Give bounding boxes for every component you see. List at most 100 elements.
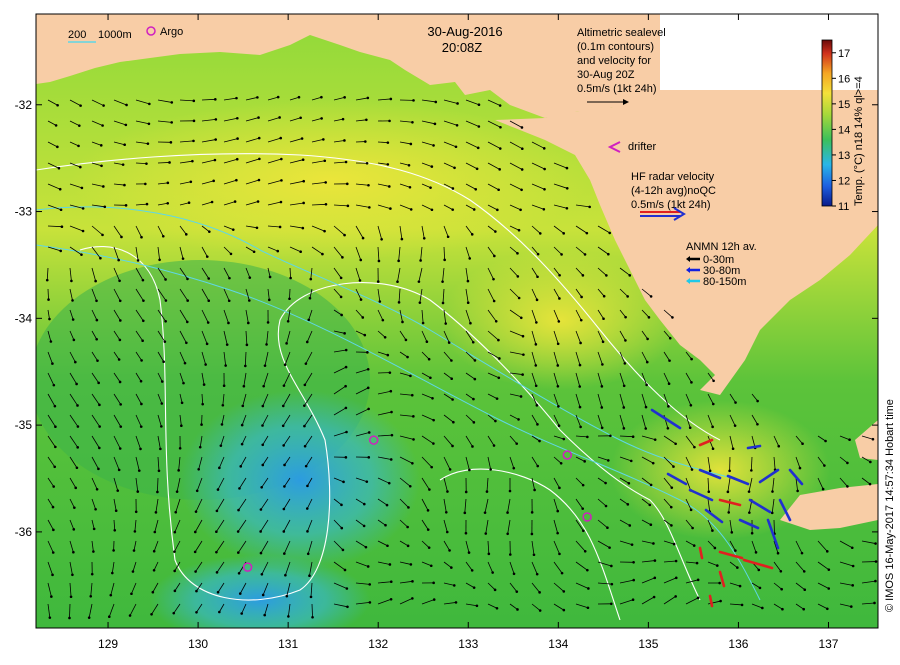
velocity-arrow-head [427,528,430,531]
velocity-arrow-head [586,436,589,439]
velocity-arrow-head [516,608,519,611]
velocity-arrow-head [158,258,161,261]
velocity-arrow-head [340,504,343,507]
velocity-arrow [48,289,49,300]
altimetry-line-1: Altimetric sealevel [577,27,666,39]
velocity-arrow-head [220,444,223,447]
colorbar-tick-label: 15 [838,99,850,111]
velocity-arrow-head [196,489,199,492]
velocity-arrow-head [46,279,49,282]
velocity-arrow-head [563,609,566,612]
velocity-arrow-head [153,550,156,553]
velocity-arrow-head [320,117,323,120]
velocity-arrow-head [497,339,500,342]
velocity-arrow-head [850,605,853,608]
velocity-arrow-head [218,611,221,614]
velocity-arrow-head [631,543,634,546]
velocity-arrow-head [465,491,468,494]
velocity-arrow-head [771,512,774,515]
velocity-arrow-head [345,349,348,352]
velocity-arrow-head [411,580,414,583]
velocity-arrow-head [195,590,198,593]
velocity-arrow-head [261,424,264,427]
velocity-arrow-head [473,586,476,589]
velocity-arrow-head [602,340,605,343]
velocity-arrow-head [390,411,393,414]
velocity-arrow-head [101,124,104,127]
lat-tick-label: -34 [15,311,33,325]
velocity-arrow-head [185,233,188,236]
velocity-arrow [158,162,170,163]
velocity-arrow-head [380,238,383,241]
velocity-arrow-head [323,159,326,162]
velocity-arrow-head [130,592,133,595]
lon-tick-label: 137 [818,637,838,651]
velocity-arrow-head [190,180,193,183]
velocity-arrow-head [584,253,587,256]
velocity-arrow-head [826,607,829,610]
velocity-arrow-head [522,353,525,356]
velocity-arrow-head [170,141,173,144]
lat-tick-label: -33 [15,205,33,219]
velocity-arrow-head [558,553,561,556]
velocity-arrow-head [325,203,328,206]
velocity-arrow-head [76,466,79,469]
velocity-arrow-head [486,490,489,493]
velocity-arrow-head [566,167,569,170]
velocity-arrow-head [160,425,163,428]
velocity-arrow-head [471,233,474,236]
velocity-arrow-head [667,405,670,408]
velocity-arrow-head [390,98,393,101]
velocity-arrow-head [499,126,502,129]
velocity-arrow-head [299,250,302,253]
velocity-arrow-head [73,506,76,509]
velocity-arrow-head [390,598,393,601]
velocity-arrow-head [605,274,608,277]
velocity-arrow-head [283,508,286,511]
velocity-arrow-head [226,343,229,346]
velocity-arrow-head [628,274,631,277]
velocity-arrow-head [781,608,784,611]
velocity-arrow [289,289,290,299]
velocity-arrow-head [340,277,343,280]
velocity-arrow-head [432,582,435,585]
velocity-arrow-head [261,443,264,446]
colorbar-tick-label: 13 [838,150,850,162]
velocity-arrow-head [367,97,370,100]
velocity-arrow-head [494,420,497,423]
velocity-arrow-head [195,510,198,513]
velocity-arrow-head [423,237,426,240]
isobath-1000-label: 1000m [98,29,132,41]
velocity-arrow-head [387,141,390,144]
velocity-arrow-head [320,96,323,99]
lat-tick-label: -36 [15,525,33,539]
velocity-arrow-head [519,208,522,211]
velocity-arrow-head [119,381,122,384]
velocity-arrow-head [207,321,210,324]
velocity-arrow-head [257,200,260,203]
velocity-arrow-head [520,188,523,191]
velocity-arrow-head [77,145,80,148]
velocity-arrow-head [343,234,346,237]
velocity-arrow-head [283,485,286,488]
velocity-arrow-head [241,405,244,408]
velocity-arrow-head [601,385,604,388]
velocity-arrow-head [493,300,496,303]
velocity-arrow-head [390,390,393,393]
velocity-arrow-head [626,503,629,506]
velocity-arrow-head [93,528,96,531]
velocity-arrow-head [367,408,370,411]
velocity-arrow-head [258,137,261,140]
velocity-arrow-head [543,147,546,150]
velocity-arrow-head [431,165,434,168]
velocity-arrow-head [283,384,286,387]
velocity-arrow-head [165,299,168,302]
velocity-arrow-head [579,426,582,429]
velocity-arrow-head [174,511,177,514]
lon-tick-label: 130 [188,637,208,651]
velocity-arrow-head [674,595,677,598]
velocity-arrow-head [52,506,55,509]
velocity-arrow-head [340,314,343,317]
velocity-arrow-head [119,403,122,406]
velocity-arrow-head [253,250,256,253]
